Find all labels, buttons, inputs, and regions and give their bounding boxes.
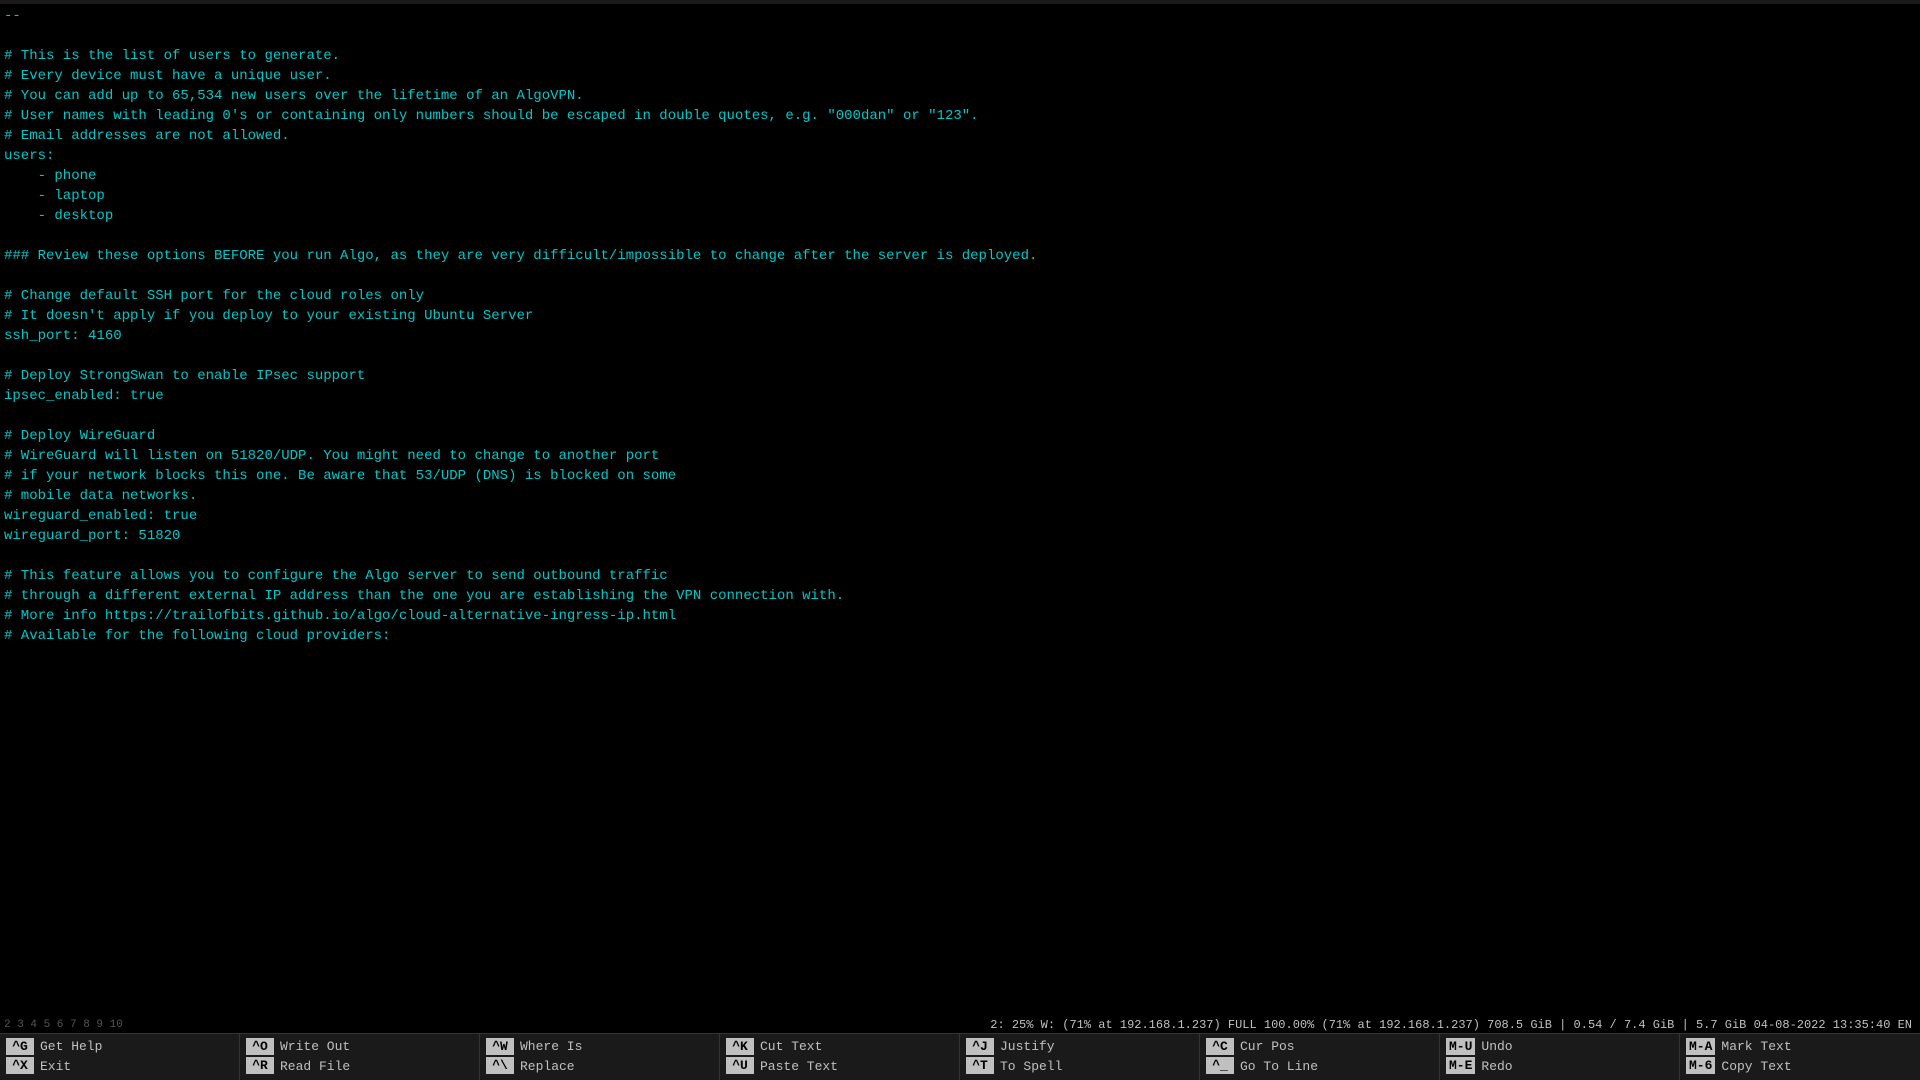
shortcut-label: Undo (1481, 1038, 1512, 1056)
shortcut-key: ^\ (486, 1057, 514, 1074)
editor-line: # if your network blocks this one. Be aw… (0, 466, 1920, 486)
editor-line: # through a different external IP addres… (0, 586, 1920, 606)
editor-line: - phone (0, 166, 1920, 186)
editor-line: # WireGuard will listen on 51820/UDP. Yo… (0, 446, 1920, 466)
shortcut-label: Get Help (40, 1038, 102, 1056)
editor-line: # Email addresses are not allowed. (0, 126, 1920, 146)
shortcut-keys: ^J ^T (966, 1038, 994, 1074)
editor-line: # It doesn't apply if you deploy to your… (0, 306, 1920, 326)
shortcut-labels: Mark Text Copy Text (1721, 1038, 1791, 1076)
editor-line: # Deploy WireGuard (0, 426, 1920, 446)
status-bar: 2 3 4 5 6 7 8 9 10 2: 25% W: (71% at 192.… (0, 1017, 1920, 1033)
shortcut-labels: Cur Pos Go To Line (1240, 1038, 1318, 1076)
editor-line (0, 26, 1920, 46)
shortcut-item[interactable]: M-U M-E Undo Redo (1440, 1034, 1680, 1080)
shortcut-labels: Where Is Replace (520, 1038, 582, 1076)
editor-line (0, 346, 1920, 366)
shortcut-keys: ^O ^R (246, 1038, 274, 1074)
shortcut-label: Cut Text (760, 1038, 838, 1056)
editor-line: # User names with leading 0's or contain… (0, 106, 1920, 126)
shortcut-label: Exit (40, 1058, 102, 1076)
shortcut-label: Cur Pos (1240, 1038, 1318, 1056)
editor-line (0, 406, 1920, 426)
editor-line: # This feature allows you to configure t… (0, 566, 1920, 586)
shortcut-label: Read File (280, 1058, 350, 1076)
editor-line: users: (0, 146, 1920, 166)
shortcut-keys: ^C ^_ (1206, 1038, 1234, 1074)
shortcut-keys: ^W ^\ (486, 1038, 514, 1074)
shortcut-key: M-E (1446, 1057, 1475, 1074)
shortcut-item[interactable]: M-A M-6 Mark Text Copy Text (1680, 1034, 1920, 1080)
shortcut-item[interactable]: ^W ^\ Where Is Replace (480, 1034, 720, 1080)
shortcut-label: Paste Text (760, 1058, 838, 1076)
shortcut-key: ^W (486, 1038, 514, 1055)
shortcut-keys: ^G ^X (6, 1038, 34, 1074)
shortcut-key: M-6 (1686, 1057, 1715, 1074)
editor-line: # mobile data networks. (0, 486, 1920, 506)
shortcut-label: To Spell (1000, 1058, 1062, 1076)
line-col-indicator: 2 3 4 5 6 7 8 9 10 (4, 1019, 123, 1031)
shortcut-label: Justify (1000, 1038, 1062, 1056)
shortcut-labels: Cut Text Paste Text (760, 1038, 838, 1076)
editor-line: wireguard_enabled: true (0, 506, 1920, 526)
shortcut-key: ^_ (1206, 1057, 1234, 1074)
shortcuts-bar: ^G ^X Get Help Exit ^O ^R Write Out Read File ^W… (0, 1033, 1920, 1080)
shortcut-labels: Justify To Spell (1000, 1038, 1062, 1076)
status-info: 2: 25% W: (71% at 192.168.1.237) FULL 10… (990, 1018, 1912, 1032)
shortcut-labels: Undo Redo (1481, 1038, 1512, 1076)
shortcut-label: Go To Line (1240, 1058, 1318, 1076)
shortcut-keys: M-U M-E (1446, 1038, 1475, 1074)
editor-line: # Every device must have a unique user. (0, 66, 1920, 86)
shortcut-label: Write Out (280, 1038, 350, 1056)
editor-line: # This is the list of users to generate. (0, 46, 1920, 66)
shortcut-key: ^K (726, 1038, 754, 1055)
shortcut-item[interactable]: ^J ^T Justify To Spell (960, 1034, 1200, 1080)
editor-area[interactable]: -- # This is the list of users to generat… (0, 4, 1920, 1017)
editor-line: # You can add up to 65,534 new users ove… (0, 86, 1920, 106)
editor-line: ssh_port: 4160 (0, 326, 1920, 346)
editor-line (0, 546, 1920, 566)
shortcut-key: ^T (966, 1057, 994, 1074)
shortcut-item[interactable]: ^K ^U Cut Text Paste Text (720, 1034, 960, 1080)
shortcut-label: Replace (520, 1058, 582, 1076)
editor-line: - desktop (0, 206, 1920, 226)
shortcut-key: ^U (726, 1057, 754, 1074)
editor-line (0, 266, 1920, 286)
editor-line (0, 226, 1920, 246)
shortcut-keys: ^K ^U (726, 1038, 754, 1074)
shortcut-key: ^J (966, 1038, 994, 1055)
editor-line: # Change default SSH port for the cloud … (0, 286, 1920, 306)
shortcut-labels: Get Help Exit (40, 1038, 102, 1076)
shortcut-key: M-U (1446, 1038, 1475, 1055)
shortcut-label: Copy Text (1721, 1058, 1791, 1076)
shortcut-label: Mark Text (1721, 1038, 1791, 1056)
editor-line: # Deploy StrongSwan to enable IPsec supp… (0, 366, 1920, 386)
shortcut-item[interactable]: ^G ^X Get Help Exit (0, 1034, 240, 1080)
shortcut-label: Redo (1481, 1058, 1512, 1076)
shortcut-label: Where Is (520, 1038, 582, 1056)
shortcut-item[interactable]: ^O ^R Write Out Read File (240, 1034, 480, 1080)
shortcut-key: M-A (1686, 1038, 1715, 1055)
shortcut-key: ^G (6, 1038, 34, 1055)
shortcut-keys: M-A M-6 (1686, 1038, 1715, 1074)
editor-line: -- (0, 6, 1920, 26)
editor-line: # Available for the following cloud prov… (0, 626, 1920, 646)
shortcut-key: ^R (246, 1057, 274, 1074)
editor-line: wireguard_port: 51820 (0, 526, 1920, 546)
shortcut-key: ^O (246, 1038, 274, 1055)
editor-line: # More info https://trailofbits.github.i… (0, 606, 1920, 626)
shortcut-key: ^C (1206, 1038, 1234, 1055)
editor-line: ipsec_enabled: true (0, 386, 1920, 406)
editor-line: - laptop (0, 186, 1920, 206)
editor-line: ### Review these options BEFORE you run … (0, 246, 1920, 266)
shortcut-item[interactable]: ^C ^_ Cur Pos Go To Line (1200, 1034, 1440, 1080)
shortcut-key: ^X (6, 1057, 34, 1074)
shortcut-labels: Write Out Read File (280, 1038, 350, 1076)
